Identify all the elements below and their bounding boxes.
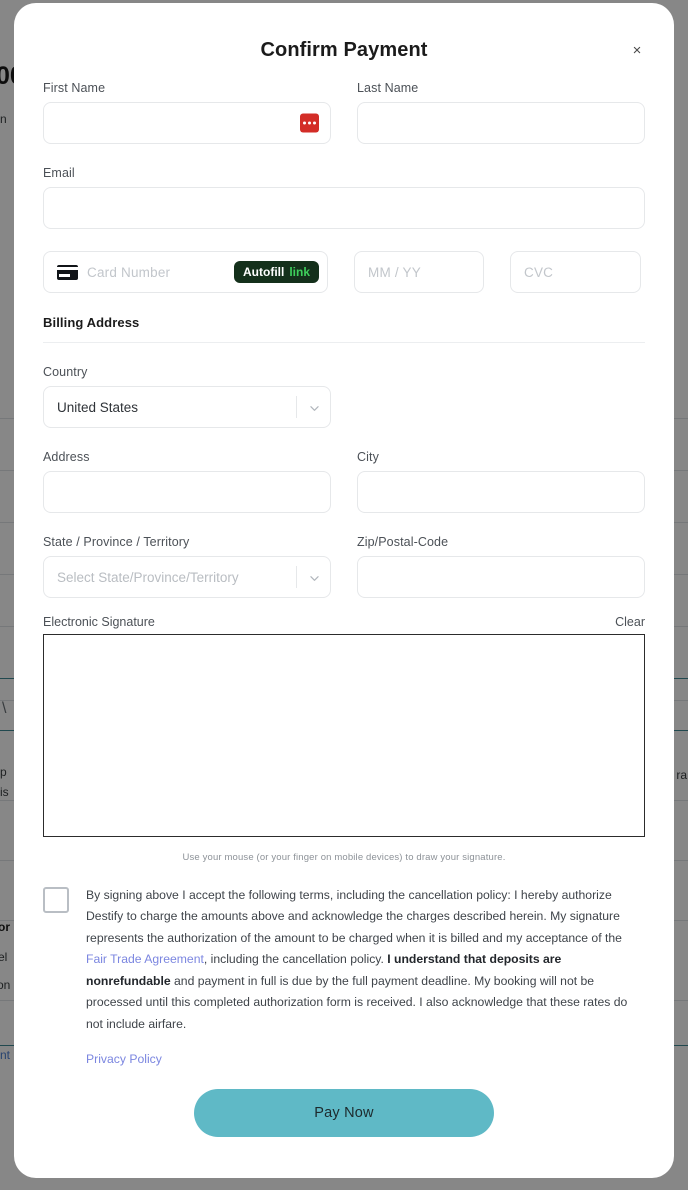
select-separator (296, 396, 297, 418)
country-row: Country United States (43, 365, 645, 428)
email-field-group: Email (43, 166, 645, 229)
expiry-input[interactable]: MM / YY (354, 251, 484, 293)
state-field-group: State / Province / Territory Select Stat… (43, 535, 331, 598)
address-field-group: Address (43, 450, 331, 513)
city-input[interactable] (357, 471, 645, 513)
chevron-down-icon (310, 404, 319, 413)
city-label: City (357, 450, 379, 464)
pay-button-wrap: Pay Now (43, 1089, 645, 1138)
clear-signature-button[interactable]: Clear (615, 615, 645, 629)
terms-text: By signing above I accept the following … (86, 885, 645, 1035)
page-title: Confirm Payment (260, 39, 428, 61)
terms-checkbox[interactable] (43, 887, 69, 913)
close-icon[interactable]: × (626, 40, 648, 62)
zip-label: Zip/Postal-Code (357, 535, 449, 549)
credit-card-icon (57, 264, 78, 280)
autofill-label: Autofill (243, 265, 285, 279)
chevron-down-icon (310, 574, 319, 583)
confirm-payment-modal: Confirm Payment × First Name Last Name E… (14, 3, 674, 1178)
state-label: State / Province / Territory (43, 535, 190, 549)
first-name-input[interactable] (43, 102, 331, 144)
state-placeholder: Select State/Province/Territory (57, 569, 239, 585)
country-select[interactable]: United States (43, 386, 331, 428)
email-label: Email (43, 166, 75, 180)
card-number-placeholder: Card Number (87, 264, 171, 280)
billing-address-title: Billing Address (43, 315, 140, 330)
state-select[interactable]: Select State/Province/Territory (43, 556, 331, 598)
address-row: Address City (43, 450, 645, 513)
signature-hint: Use your mouse (or your finger on mobile… (182, 852, 506, 863)
card-row: Card Number Autofill link MM / YY CVC (43, 251, 645, 293)
first-name-field-group: First Name (43, 81, 331, 144)
cvc-input[interactable]: CVC (510, 251, 641, 293)
modal-header: Confirm Payment × (14, 3, 674, 81)
zip-field-group: Zip/Postal-Code (357, 535, 645, 598)
country-value: United States (57, 399, 139, 415)
pay-now-button[interactable]: Pay Now (194, 1089, 494, 1138)
state-zip-row: State / Province / Territory Select Stat… (43, 535, 645, 598)
select-separator (296, 566, 297, 588)
country-field-group: Country United States (43, 365, 331, 428)
email-input[interactable] (43, 187, 645, 229)
last-name-field-group: Last Name (357, 81, 645, 144)
first-name-label: First Name (43, 81, 106, 95)
cvc-field-group: CVC (510, 251, 641, 293)
autofill-link-button[interactable]: Autofill link (234, 261, 319, 283)
card-number-input[interactable]: Card Number Autofill link (43, 251, 328, 293)
expiry-placeholder: MM / YY (368, 264, 421, 280)
name-row: First Name Last Name (43, 81, 645, 144)
lastpass-icon[interactable] (300, 113, 319, 133)
signature-section: Electronic Signature Clear Use your mous… (43, 615, 645, 863)
address-input[interactable] (43, 471, 331, 513)
zip-input[interactable] (357, 556, 645, 598)
autofill-link-label: link (289, 265, 310, 279)
terms-part-2: , including the cancellation policy. (203, 952, 388, 967)
fair-trade-agreement-link[interactable]: Fair Trade Agreement (86, 952, 204, 966)
expiry-field-group: MM / YY (354, 251, 484, 293)
terms-section: By signing above I accept the following … (43, 885, 645, 1035)
billing-address-section: Billing Address (43, 315, 645, 343)
last-name-label: Last Name (357, 81, 419, 95)
city-field-group: City (357, 450, 645, 513)
privacy-policy-link[interactable]: Privacy Policy (86, 1052, 162, 1066)
payment-form: First Name Last Name Email Card Number A… (14, 81, 674, 1138)
terms-part-1: By signing above I accept the following … (86, 888, 622, 945)
country-row-spacer (357, 365, 645, 428)
country-label: Country (43, 365, 88, 379)
signature-canvas[interactable] (43, 634, 645, 837)
card-number-field-group: Card Number Autofill link (43, 251, 328, 293)
cvc-placeholder: CVC (524, 264, 554, 280)
signature-header: Electronic Signature Clear (43, 615, 645, 629)
address-label: Address (43, 450, 90, 464)
signature-label: Electronic Signature (43, 615, 155, 629)
last-name-input[interactable] (357, 102, 645, 144)
